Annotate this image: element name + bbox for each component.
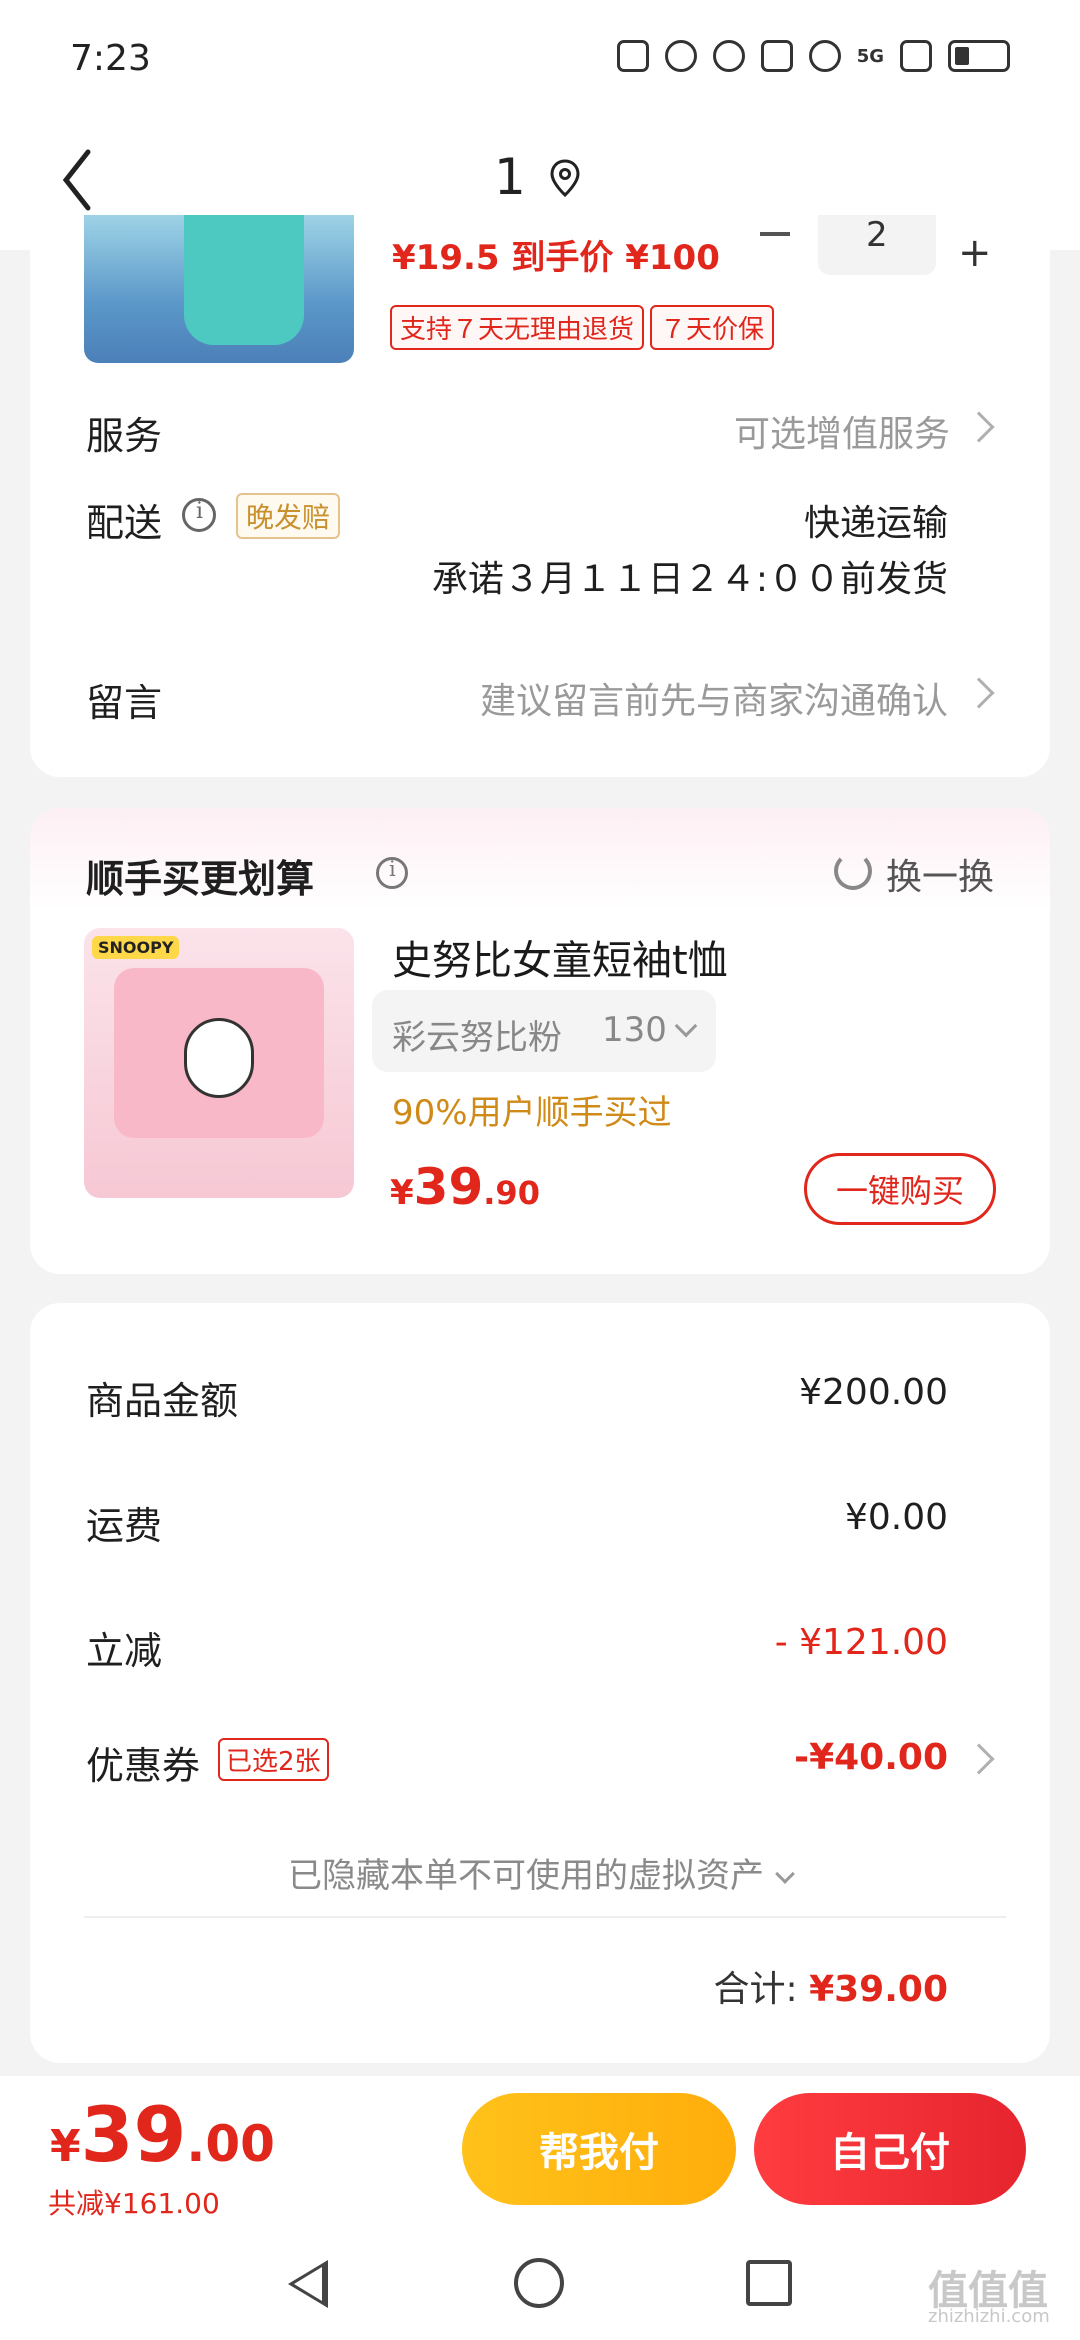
info-icon[interactable]	[182, 498, 216, 532]
sku-size: 130	[602, 1010, 667, 1050]
goods-amount-label: 商品金额	[86, 1379, 239, 1423]
service-value[interactable]: 可选增值服务	[734, 405, 950, 457]
final-price: ¥39.00	[50, 2090, 275, 2179]
total-value: ¥39.00	[809, 1969, 948, 2010]
status-time: 7:23	[70, 38, 151, 79]
coupon-count-tag: 已选2张	[218, 1738, 329, 1781]
nav-recent-icon[interactable]	[746, 2260, 792, 2306]
product-price: ¥19.5 到手价 ¥100	[392, 238, 720, 278]
qty-plus-button[interactable]: +	[958, 230, 992, 276]
nav-back-icon[interactable]	[288, 2260, 328, 2308]
message-label: 留言	[86, 681, 163, 725]
divider	[84, 1916, 1006, 1918]
location-pin-icon[interactable]	[548, 158, 582, 198]
nfc-icon	[616, 40, 649, 72]
hidden-assets-toggle[interactable]: 已隐藏本单不可使用的虚拟资产	[0, 1848, 1080, 1897]
vibrate-icon	[760, 40, 793, 72]
page-title: 1	[494, 148, 526, 206]
coupon-label: 优惠券	[86, 1744, 201, 1788]
wifi-icon	[808, 40, 841, 72]
one-click-buy-button[interactable]: 一键购买	[804, 1153, 996, 1225]
addon-title: 顺手买更划算	[86, 857, 315, 901]
product-thumbnail[interactable]	[84, 215, 354, 363]
qty-minus-button[interactable]	[760, 232, 790, 236]
nav-home-icon[interactable]	[514, 2258, 564, 2308]
addon-product-image[interactable]: SNOOPY	[84, 928, 354, 1198]
sku-color: 彩云努比粉	[392, 1018, 562, 1058]
delivery-promise: 承诺３月１１日２４:００前发货	[431, 559, 948, 600]
info-icon[interactable]	[376, 857, 408, 889]
total-row: 合计: ¥39.00	[713, 1960, 948, 2012]
status-icons: 5G	[616, 40, 1010, 72]
total-saved: 共减¥161.00	[48, 2187, 220, 2220]
delivery-method: 快递运输	[803, 503, 948, 544]
addon-product-name[interactable]: 史努比女童短袖t恤	[392, 928, 728, 986]
late-compensation-tag: 晚发赔	[236, 493, 341, 539]
network-label: 5G	[856, 45, 884, 67]
battery-icon	[948, 40, 1010, 72]
addon-price: ¥39.90	[390, 1158, 540, 1216]
quantity-value: 2	[866, 215, 888, 255]
discount-label: 立减	[86, 1629, 163, 1673]
signal-icon	[900, 40, 932, 72]
message-input[interactable]: 建议留言前先与商家沟通确认	[480, 672, 948, 724]
bought-hint: 90%用户顺手买过	[392, 1093, 672, 1133]
back-icon[interactable]	[58, 140, 118, 220]
self-pay-button[interactable]: 自己付	[754, 2093, 1026, 2205]
service-label: 服务	[86, 414, 163, 458]
shipping-value: ¥0.00	[844, 1497, 948, 1538]
bluetooth-icon	[712, 40, 745, 72]
alarm-icon	[664, 40, 697, 72]
refresh-button[interactable]: 换一换	[886, 848, 994, 900]
goods-amount-value: ¥200.00	[799, 1372, 948, 1413]
discount-value: - ¥121.00	[774, 1622, 948, 1663]
watermark-url: zhizhizhi.com	[928, 2306, 1050, 2327]
chevron-down-icon	[775, 1864, 795, 1884]
help-pay-button[interactable]: 帮我付	[462, 2093, 736, 2205]
total-label: 合计:	[713, 1969, 798, 2010]
brand-logo: SNOOPY	[92, 936, 180, 959]
quantity-input[interactable]: 2	[818, 215, 936, 275]
refresh-icon[interactable]	[834, 852, 872, 890]
coupon-value[interactable]: -¥40.00	[794, 1737, 948, 1778]
shipping-label: 运费	[86, 1504, 163, 1548]
return-policy-tag: 支持７天无理由退货	[390, 305, 645, 350]
hidden-assets-text: 已隐藏本单不可使用的虚拟资产	[288, 1856, 764, 1896]
delivery-label: 配送	[86, 501, 163, 545]
price-protect-tag: ７天价保	[650, 305, 775, 350]
